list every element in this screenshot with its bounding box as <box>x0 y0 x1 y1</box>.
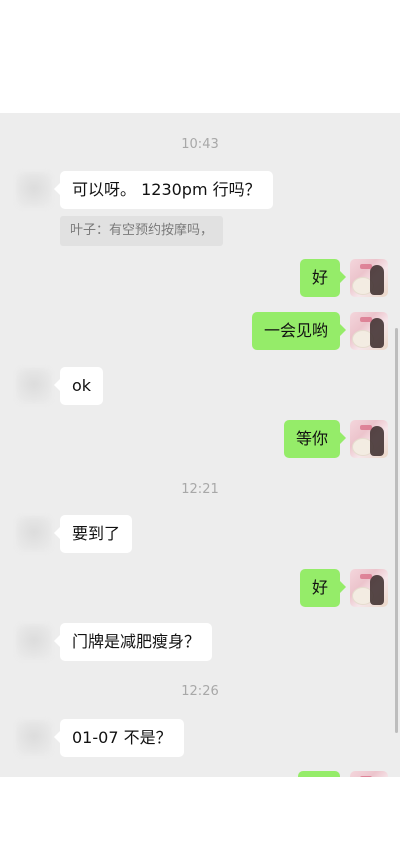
my-avatar[interactable] <box>350 312 388 350</box>
scrollbar[interactable] <box>395 328 398 733</box>
my-avatar[interactable] <box>350 569 388 607</box>
contact-avatar[interactable] <box>16 368 52 404</box>
quoted-message[interactable]: 叶子：有空预约按摩吗， <box>60 216 224 246</box>
contact-avatar[interactable] <box>16 720 52 756</box>
message-bubble-outgoing[interactable]: 好 <box>299 259 347 297</box>
message-bubble-incoming[interactable]: 可以呀。 1230pm 行吗？ <box>54 171 273 209</box>
message-bubble-incoming[interactable]: 要到了 <box>53 515 133 553</box>
message-bubble-incoming[interactable]: 门牌是减肥瘦身？ <box>53 623 213 661</box>
top-blank-area <box>0 0 400 113</box>
message-bubble-outgoing[interactable]: 等你 <box>283 420 347 458</box>
contact-avatar[interactable] <box>16 172 52 208</box>
timestamp: 12:26 <box>181 684 219 699</box>
my-avatar[interactable] <box>350 420 388 458</box>
my-avatar[interactable] <box>350 259 388 297</box>
message-bubble-incoming[interactable]: ok <box>53 367 104 405</box>
contact-avatar[interactable] <box>16 516 52 552</box>
message-bubble-incoming[interactable]: 01-07 不是？ <box>54 719 184 757</box>
timestamp: 10:43 <box>181 137 219 152</box>
message-bubble-outgoing[interactable]: 一会见哟 <box>251 312 347 350</box>
timestamp: 12:21 <box>181 482 219 497</box>
bottom-blank-area <box>0 777 400 867</box>
contact-avatar[interactable] <box>16 624 52 660</box>
chat-message-list[interactable]: 10:43 可以呀。 1230pm 行吗？ 叶子：有空预约按摩吗， 好 一会见哟… <box>0 113 400 777</box>
message-bubble-outgoing[interactable]: 好 <box>299 569 347 607</box>
